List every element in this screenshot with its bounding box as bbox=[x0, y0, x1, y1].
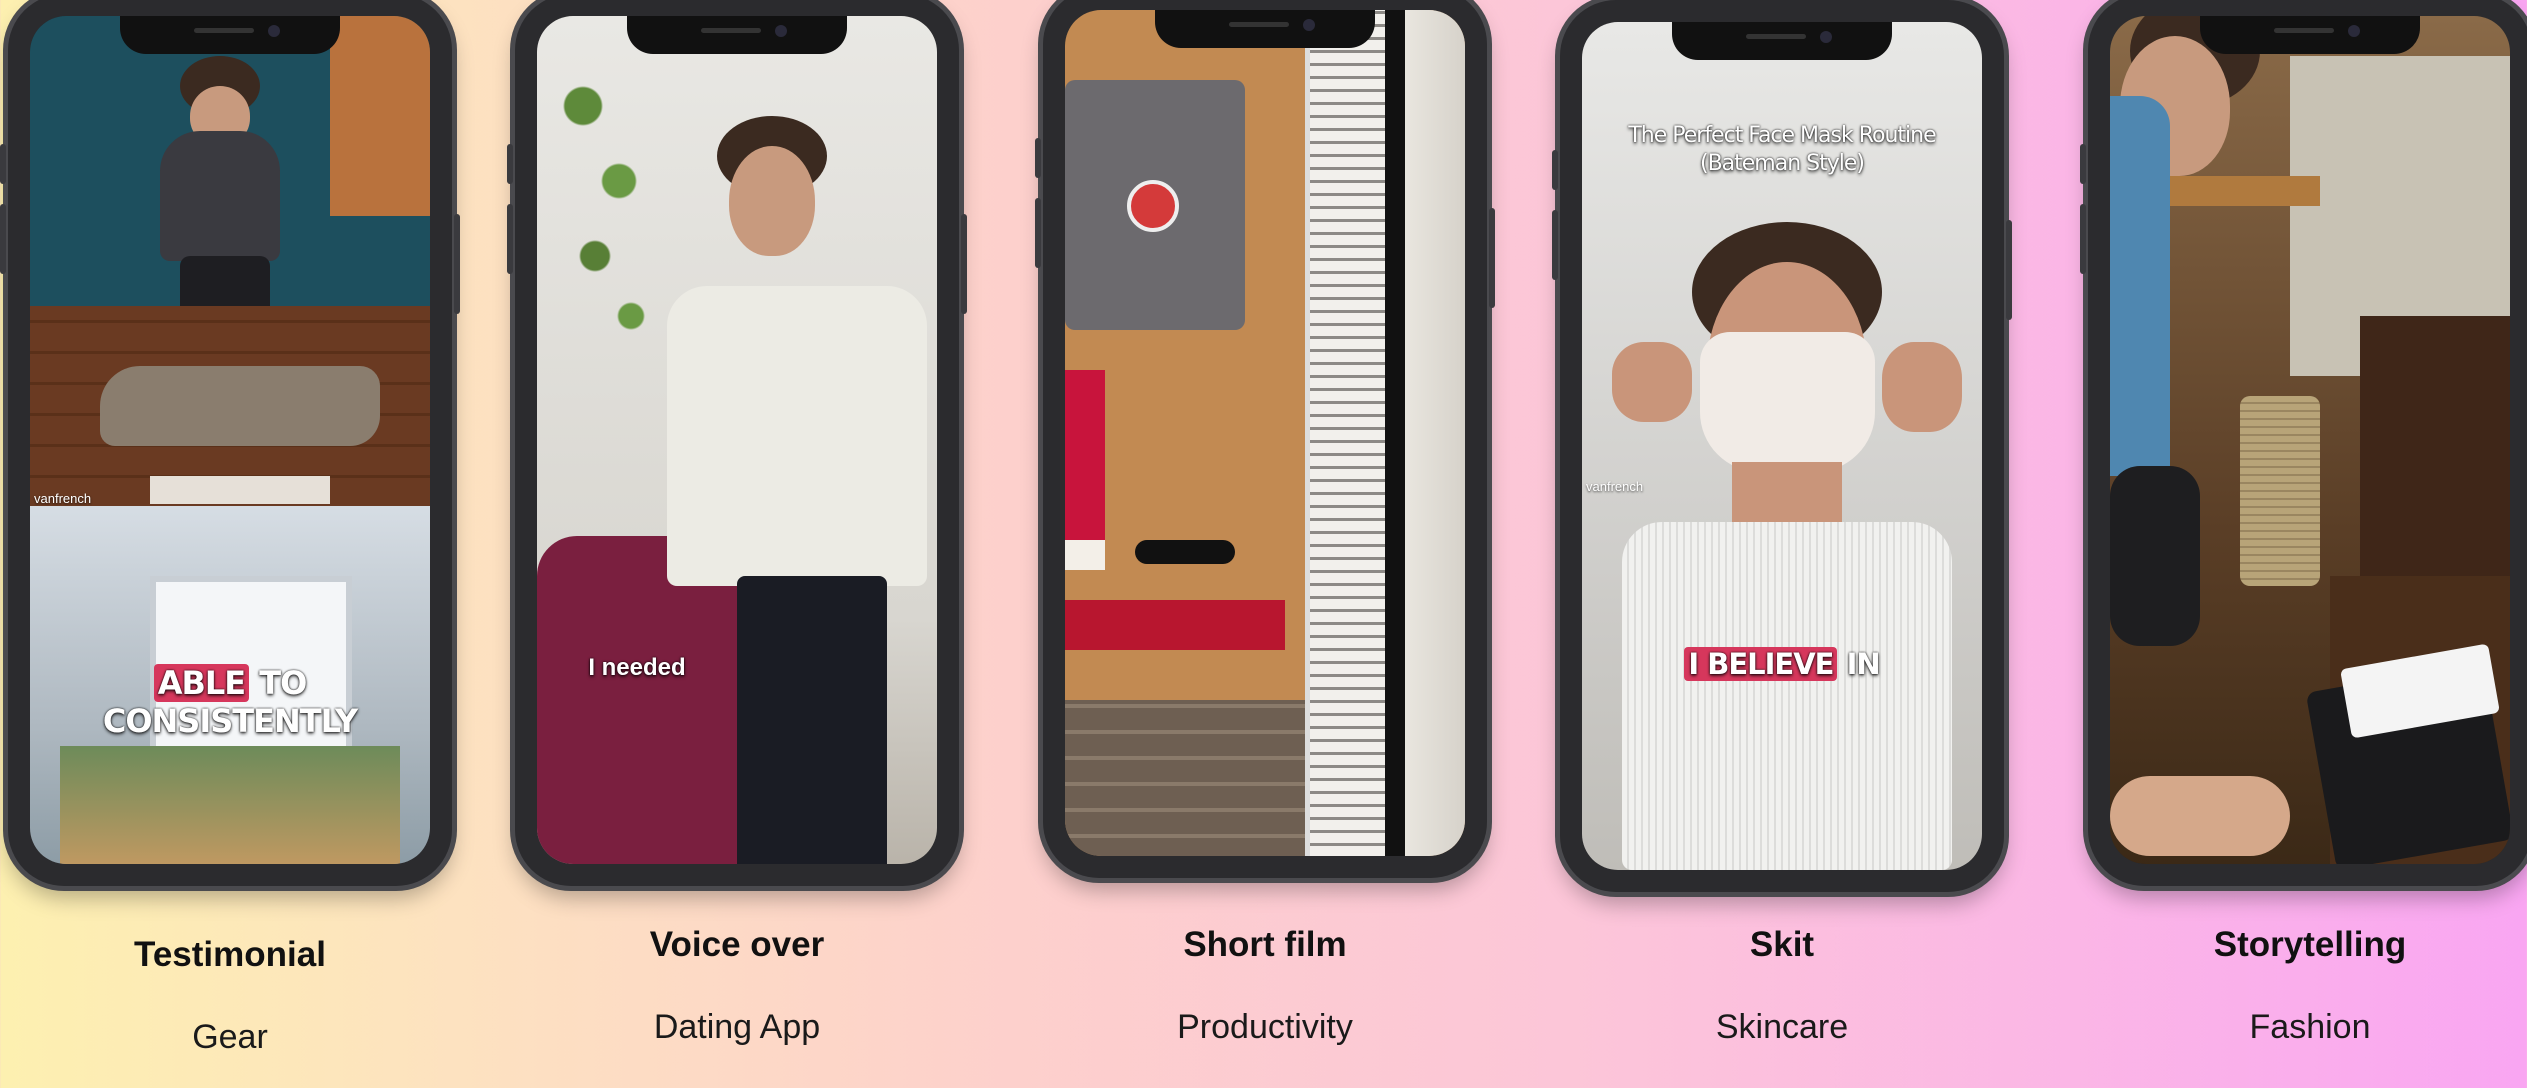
content-style-title: Testimonial bbox=[134, 935, 326, 974]
phone-frame: I needed bbox=[507, 0, 967, 886]
content-category: Dating App bbox=[653, 1008, 821, 1046]
video-thumbnail[interactable] bbox=[1065, 10, 1465, 856]
phone-frame bbox=[1035, 0, 1495, 878]
phone-notch bbox=[120, 16, 340, 54]
phone-frame: vanfrench ABLE TO CONSISTENTLY bbox=[0, 0, 460, 886]
video-caption: I BELIEVE IN bbox=[1582, 647, 1982, 681]
video-card-storytelling[interactable]: Storytelling Fashion bbox=[2045, 0, 2527, 1088]
video-thumbnail[interactable]: The Perfect Face Mask Routine (Bateman S… bbox=[1582, 22, 1982, 870]
video-title-overlay: The Perfect Face Mask Routine (Bateman S… bbox=[1628, 123, 1936, 176]
content-category: Productivity bbox=[1177, 1008, 1353, 1046]
video-thumbnail[interactable] bbox=[2110, 16, 2510, 864]
content-style-title: Skit bbox=[1749, 925, 1815, 964]
creator-handle: vanfrench bbox=[34, 491, 92, 506]
video-card-short-film[interactable]: Short film Productivity bbox=[1000, 0, 1530, 1088]
caption-highlight-word: ABLE bbox=[153, 664, 250, 702]
caption-text: IN bbox=[1837, 647, 1881, 681]
phone-notch bbox=[2200, 16, 2420, 54]
video-thumbnail[interactable]: vanfrench ABLE TO CONSISTENTLY bbox=[30, 16, 430, 864]
video-card-voice-over[interactable]: I needed Voice over Dating App bbox=[472, 0, 1002, 1088]
content-category: Fashion bbox=[2249, 1008, 2371, 1046]
caption-highlight-word: I BELIEVE bbox=[1684, 647, 1838, 681]
phone-notch bbox=[1155, 10, 1375, 48]
content-style-title: Short film bbox=[1183, 925, 1347, 964]
video-caption: ABLE TO CONSISTENTLY bbox=[30, 664, 430, 740]
phone-notch bbox=[627, 16, 847, 54]
content-category: Skincare bbox=[1715, 1008, 1849, 1046]
video-card-skit[interactable]: The Perfect Face Mask Routine (Bateman S… bbox=[1517, 0, 2047, 1088]
content-category: Gear bbox=[192, 1018, 268, 1056]
video-thumbnail[interactable]: I needed bbox=[537, 16, 937, 864]
phone-frame bbox=[2080, 0, 2527, 886]
phone-notch bbox=[1672, 22, 1892, 60]
creator-handle: vanfrench bbox=[1586, 479, 1644, 494]
content-style-title: Voice over bbox=[649, 925, 825, 964]
video-caption: I needed bbox=[588, 654, 686, 681]
phone-frame: The Perfect Face Mask Routine (Bateman S… bbox=[1552, 0, 2012, 892]
content-style-title: Storytelling bbox=[2213, 925, 2407, 964]
video-card-testimonial[interactable]: vanfrench ABLE TO CONSISTENTLY Testimoni… bbox=[0, 0, 495, 1088]
